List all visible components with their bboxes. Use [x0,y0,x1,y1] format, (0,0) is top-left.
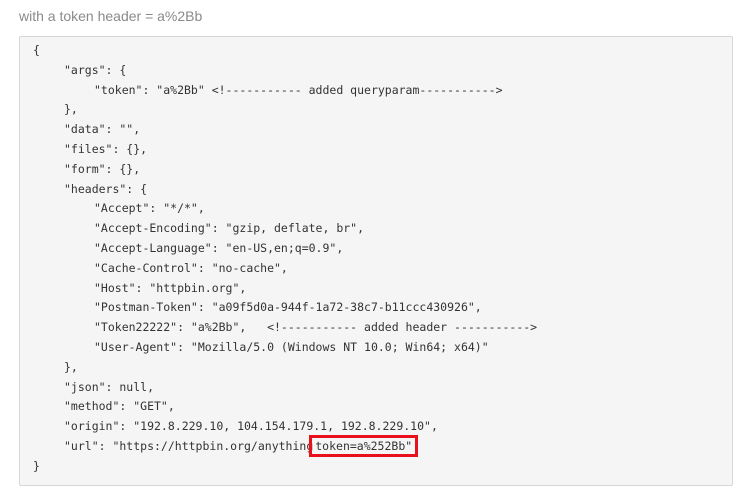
code-line: "url": "https://httpbin.org/anything toke… [33,434,537,457]
code-line-text: "method": "GET", [64,399,175,414]
code-line-text: "json": null, [64,379,155,394]
code-line: "Accept-Language": "en-US,en;q=0.9", [33,239,537,259]
code-line: "token": "a%2Bb" <!----------- added que… [33,81,537,101]
code-line-text: "headers": { [64,181,148,196]
code-line: "args": { [33,61,537,81]
code-line-text: "origin": "192.8.229.10, 104.154.179.1, … [64,419,438,434]
code-line: "Token22222": "a%2Bb", <!----------- add… [33,318,537,338]
code-line-text: "Accept-Language": "en-US,en;q=0.9", [94,240,344,255]
code-line-text: "Accept-Encoding": "gzip, deflate, br", [94,221,365,236]
code-line: "files": {}, [33,140,537,160]
code-line-text: "Token22222": "a%2Bb", <!----------- add… [94,320,538,335]
code-line-text: "Cache-Control": "no-cache", [94,260,288,275]
code-line: "origin": "192.8.229.10, 104.154.179.1, … [33,417,537,437]
code-lines: { "args": { "token": "a%2Bb" <!-----------… [33,41,537,477]
code-line-text: }, [64,359,78,374]
code-line: "Accept-Encoding": "gzip, deflate, br", [33,219,537,239]
code-line: "data": "", [33,120,537,140]
code-line: } [33,457,537,477]
code-line: "form": {}, [33,160,537,180]
code-line-text: "args": { [64,62,127,77]
code-line-text: "files": {}, [64,141,148,156]
code-line-text: "url": "https://httpbin.org/anything [64,438,314,453]
code-line-text: }, [64,102,78,117]
code-line: { [33,41,537,61]
code-line-text: { [33,43,40,57]
code-line: }, [33,100,537,120]
code-line: "Postman-Token": "a09f5d0a-944f-1a72-38c… [33,298,537,318]
code-line: "Host": "httpbin.org", [33,279,537,299]
code-line: }, [33,358,537,378]
code-block: { "args": { "token": "a%2Bb" <!-----------… [19,36,733,486]
code-line: "User-Agent": "Mozilla/5.0 (Windows NT 1… [33,338,537,358]
code-line: "headers": { [33,180,537,200]
code-line-text: "Postman-Token": "a09f5d0a-944f-1a72-38c… [94,300,482,315]
code-line-text: "token": "a%2Bb" <!----------- added que… [94,82,503,97]
code-line-text: "Accept": "*/*", [94,201,205,216]
code-line-text: "data": "", [64,122,141,137]
intro-text: with a token header = a%2Bb [19,8,203,24]
code-line-text: } [33,458,40,473]
code-line: "method": "GET", [33,397,537,417]
highlighted-token-param: token=a%252Bb" [309,434,419,457]
code-line: "Accept": "*/*", [33,199,537,219]
code-line: "Cache-Control": "no-cache", [33,259,537,279]
code-line-text: "User-Agent": "Mozilla/5.0 (Windows NT 1… [94,339,489,354]
code-line-text: "Host": "httpbin.org", [94,280,247,295]
code-line: "json": null, [33,378,537,398]
code-line-text: "form": {}, [64,161,141,176]
